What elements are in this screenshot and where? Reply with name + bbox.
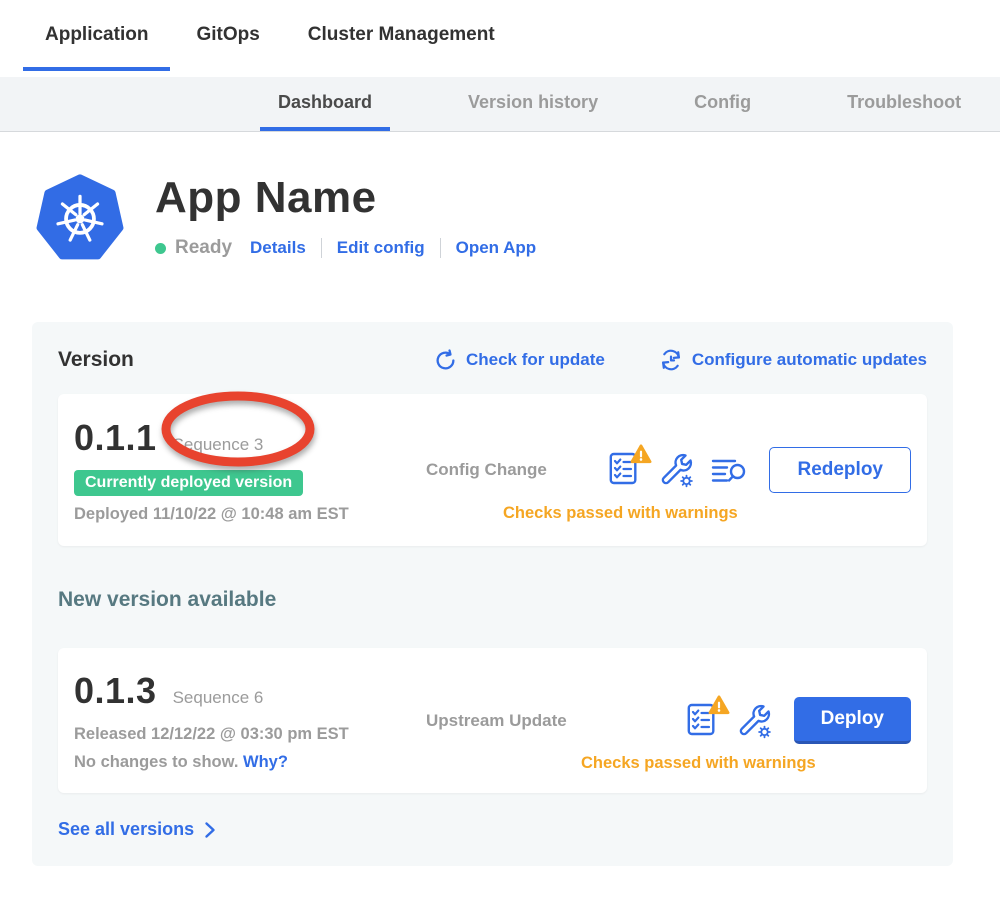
why-link[interactable]: Why? [243,753,288,771]
tab-config[interactable]: Config [676,77,769,131]
tab-dashboard[interactable]: Dashboard [260,77,390,131]
status-badge: Ready [175,237,232,259]
tab-cluster-management[interactable]: Cluster Management [286,24,517,71]
chevron-right-icon [204,821,216,839]
diff-icon[interactable] [711,455,747,485]
tab-version-history[interactable]: Version history [450,77,616,131]
divider [440,238,441,258]
deployed-timestamp: Deployed 11/10/22 @ 10:48 am EST [74,505,426,524]
app-header: App Name Ready Details Edit config Open … [35,171,1000,265]
warning-icon [708,695,730,715]
current-version-source-label: Config Change [426,460,547,480]
no-changes-text: No changes to show. [74,753,238,771]
released-timestamp: Released 12/12/22 @ 03:30 pm EST [74,725,426,744]
page-title: App Name [155,173,536,223]
preflight-checks-button[interactable] [609,451,643,489]
current-checks-status: Checks passed with warnings [503,504,738,523]
warning-icon [630,444,652,464]
current-version-number: 0.1.1 [74,417,157,459]
top-nav: Application GitOps Cluster Management [0,0,1000,71]
check-for-update-link[interactable]: Check for update [434,349,605,372]
version-card: Version Check for update Configure autom… [32,322,953,866]
edit-config-link[interactable]: Edit config [337,238,425,258]
divider [321,238,322,258]
kubernetes-logo-icon [35,171,125,265]
refresh-icon [434,349,457,372]
tab-application[interactable]: Application [23,24,170,71]
deploy-button[interactable]: Deploy [794,697,911,744]
preflight-checks-button[interactable] [687,702,721,740]
current-version-row: 0.1.1 Sequence 3 Currently deployed vers… [58,394,927,546]
new-version-number: 0.1.3 [74,670,157,712]
details-link[interactable]: Details [250,238,306,258]
new-version-sequence: Sequence 6 [173,688,264,708]
tab-troubleshoot[interactable]: Troubleshoot [829,77,979,131]
auto-update-icon [659,348,683,372]
configure-auto-updates-link[interactable]: Configure automatic updates [659,348,927,372]
deployed-version-badge: Currently deployed version [74,470,303,496]
tab-gitops[interactable]: GitOps [174,24,281,71]
new-version-heading: New version available [58,588,927,612]
see-all-versions-label: See all versions [58,819,194,840]
version-card-title: Version [58,348,134,372]
open-app-link[interactable]: Open App [456,238,537,258]
new-version-row: 0.1.3 Sequence 6 Released 12/12/22 @ 03:… [58,648,927,793]
new-version-source-label: Upstream Update [426,711,567,731]
current-version-sequence: Sequence 3 [173,435,264,455]
check-for-update-label: Check for update [466,350,605,370]
configure-auto-updates-label: Configure automatic updates [692,350,927,370]
status-dot-icon [155,243,166,254]
new-checks-status: Checks passed with warnings [581,754,816,773]
sub-nav: Dashboard Version history Config Trouble… [0,77,1000,132]
redeploy-button[interactable]: Redeploy [769,447,911,493]
config-wrench-icon[interactable] [738,703,772,739]
see-all-versions-link[interactable]: See all versions [58,819,927,840]
config-wrench-icon[interactable] [660,452,694,488]
